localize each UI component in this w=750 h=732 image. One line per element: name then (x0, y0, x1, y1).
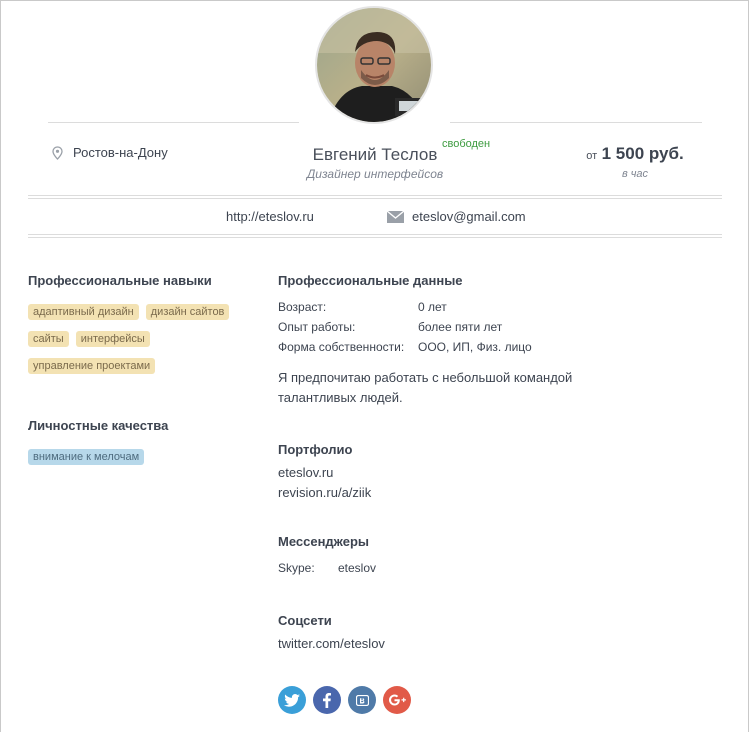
info-key: Форма собственности: (278, 340, 405, 354)
skype-value[interactable]: eteslov (338, 561, 376, 575)
info-value: ООО, ИП, Физ. лицо (418, 340, 532, 354)
facebook-icon[interactable] (313, 686, 341, 714)
location-pin-icon (52, 145, 63, 160)
location-text: Ростов-на-Дону (73, 145, 168, 160)
email-text[interactable]: eteslov@gmail.com (412, 209, 526, 224)
price: от 1 500 руб. (560, 144, 710, 164)
personal-tag[interactable]: внимание к мелочам (28, 449, 145, 465)
skill-tag[interactable]: интерфейсы (75, 331, 150, 347)
skill-tag[interactable]: сайты (28, 331, 69, 347)
skill-tag[interactable]: дизайн сайтов (145, 304, 230, 320)
user-role: Дизайнер интерфейсов (306, 167, 444, 181)
website-link[interactable]: http://eteslov.ru (226, 209, 314, 224)
info-value: более пяти лет (418, 320, 503, 334)
skype-row: Skype: eteslov (278, 561, 376, 575)
price-amount: 1 500 руб. (601, 144, 684, 163)
google-plus-icon[interactable] (383, 686, 411, 714)
portfolio-link[interactable]: revision.ru/a/ziik (278, 485, 371, 500)
contacts-divider-bottom (28, 234, 722, 238)
info-value: 0 лет (418, 300, 447, 314)
header-divider-right (450, 122, 702, 123)
price-unit: в час (621, 168, 649, 180)
personal-qualities-title: Личностные качества (28, 418, 169, 433)
info-row-experience: Опыт работы: более пяти лет (278, 320, 502, 334)
status-badge: свободен (442, 138, 491, 150)
twitter-link[interactable]: twitter.com/eteslov (278, 636, 385, 651)
info-row-ownership: Форма собственности: ООО, ИП, Физ. лицо (278, 340, 532, 354)
about-text: Я предпочитаю работать с небольшой коман… (278, 370, 573, 405)
avatar (315, 6, 433, 124)
header-divider-left (48, 122, 299, 123)
contacts-divider-top (28, 195, 722, 199)
personal-tags: внимание к мелочам (28, 447, 248, 474)
vk-icon[interactable] (348, 686, 376, 714)
user-name: Евгений Теслов (312, 145, 438, 164)
social-icons (278, 686, 418, 714)
social-title: Соцсети (278, 613, 332, 628)
info-row-age: Возраст: 0 лет (278, 300, 447, 314)
skills-tags: адаптивный дизайн дизайн сайтов сайты инте… (28, 302, 248, 383)
skill-tag[interactable]: управление проектами (28, 358, 156, 374)
info-key: Опыт работы: (278, 320, 356, 334)
portfolio-link[interactable]: eteslov.ru (278, 465, 333, 480)
skill-tag[interactable]: адаптивный дизайн (28, 304, 139, 320)
email[interactable]: eteslov@gmail.com (386, 209, 526, 224)
info-key: Возраст: (278, 300, 327, 314)
skype-label: Skype: (278, 561, 315, 575)
location: Ростов-на-Дону (52, 145, 168, 160)
twitter-icon[interactable] (278, 686, 306, 714)
skills-title: Профессиональные навыки (28, 273, 212, 288)
messengers-title: Мессенджеры (278, 534, 369, 549)
professional-data-title: Профессиональные данные (278, 273, 463, 288)
envelope-icon (386, 209, 405, 223)
portfolio-title: Портфолио (278, 442, 353, 457)
price-prefix: от (586, 150, 598, 162)
